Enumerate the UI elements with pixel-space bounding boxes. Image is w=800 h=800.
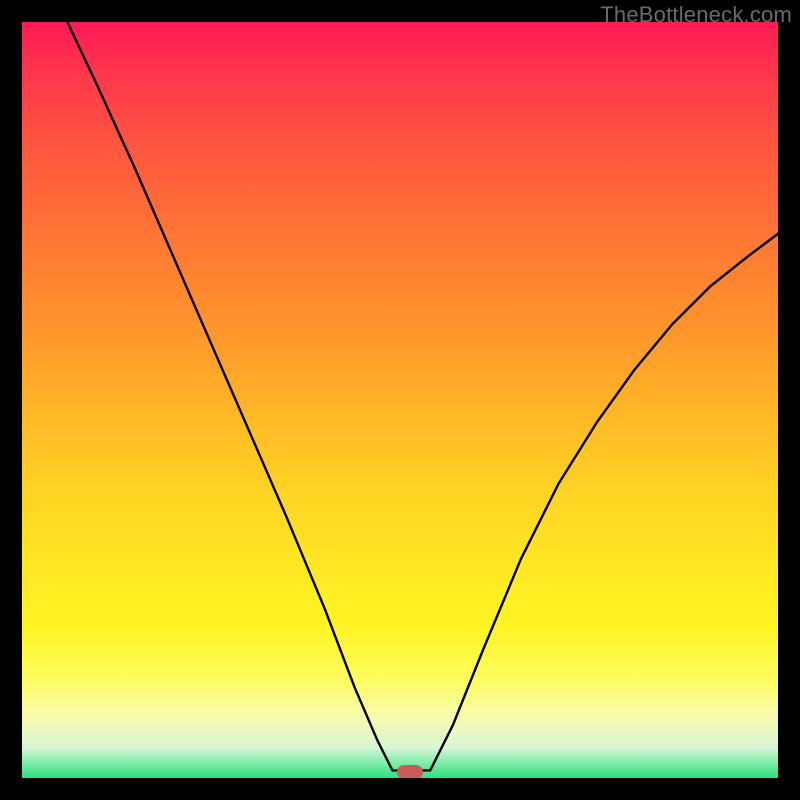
curve-path [67, 22, 778, 770]
bottleneck-curve [22, 22, 778, 778]
chart-frame: TheBottleneck.com [0, 0, 800, 800]
watermark-text: TheBottleneck.com [600, 2, 792, 28]
plot-area [22, 22, 778, 778]
optimal-marker [397, 765, 423, 778]
